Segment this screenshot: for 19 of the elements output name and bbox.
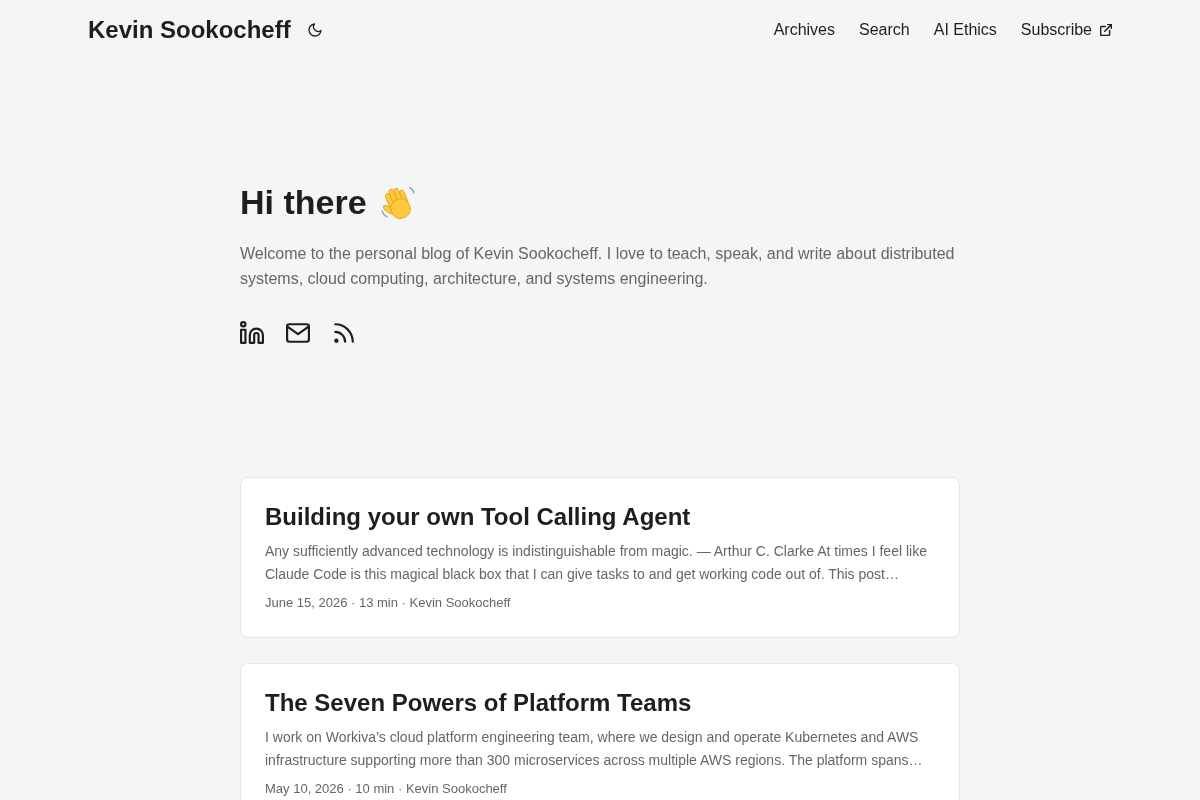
post-title: Building your own Tool Calling Agent bbox=[265, 502, 692, 532]
site-title[interactable]: Kevin Sookocheff bbox=[88, 15, 291, 45]
post-meta: May 10, 2026 · 10 min · Kevin Sookocheff bbox=[265, 780, 508, 798]
post-summary: I work on Workiva’s cloud platform engineering team, where we design and operate Kubernetes and AWS infrastructure supporting more than 300 microservices across multiple AWS regions. The platform spans… bbox=[265, 728, 924, 770]
nav-link[interactable]: AI Ethics bbox=[933, 20, 997, 40]
intro-text: Welcome to the personal blog of Kevin Sookocheff. I love to teach, speak, and write about distributed systems, cloud computing, architecture, and systems engineering. bbox=[240, 244, 956, 289]
nav-link[interactable]: Subscribe bbox=[1020, 20, 1112, 40]
post-title: The Seven Powers of Platform Teams bbox=[265, 688, 693, 718]
nav-link[interactable]: Search bbox=[859, 20, 910, 40]
hero-heading: Hi there bbox=[240, 182, 367, 223]
post-summary: Any sufficiently advanced technology is indistinguishable from magic. — Arthur C. Clarke At times I feel like Claude Code is this magical black box that I can give tasks to and get working code out of. This post… bbox=[265, 542, 928, 584]
linkedin-icon[interactable] bbox=[240, 321, 264, 345]
post-card[interactable] bbox=[240, 663, 960, 800]
post-card[interactable] bbox=[240, 477, 960, 638]
mail-icon[interactable] bbox=[286, 321, 310, 345]
post-meta: June 15, 2026 · 13 min · Kevin Sookocheff bbox=[265, 594, 512, 612]
nav-link[interactable]: Archives bbox=[773, 20, 835, 40]
rss-icon[interactable] bbox=[332, 321, 356, 345]
moon-icon[interactable] bbox=[306, 22, 323, 38]
